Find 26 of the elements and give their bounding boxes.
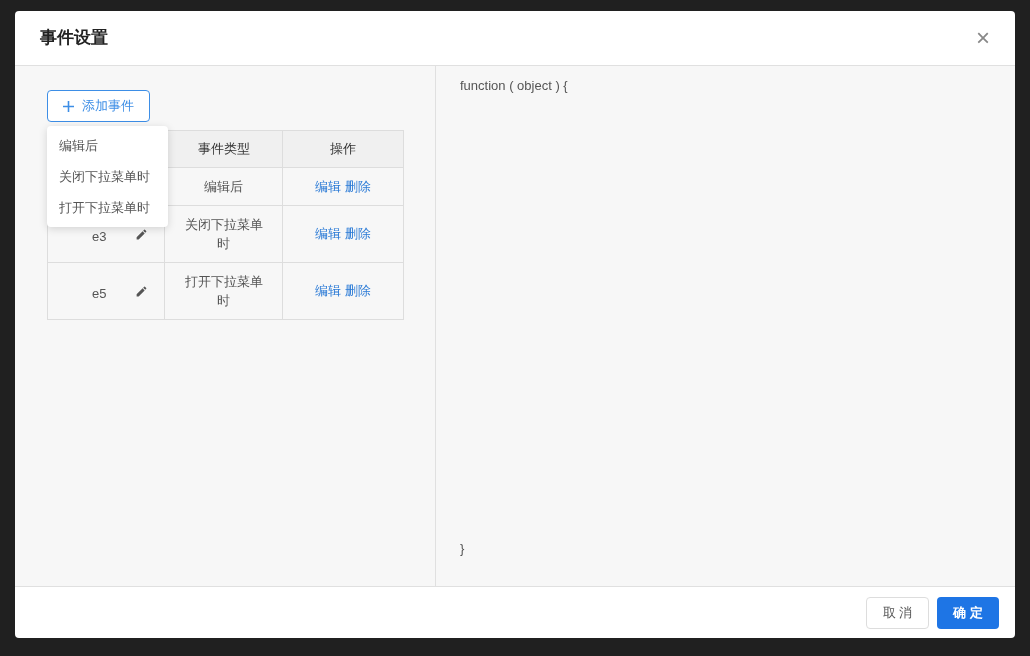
dialog-title: 事件设置	[40, 27, 108, 50]
edit-link[interactable]: 编辑	[315, 176, 341, 197]
pencil-icon[interactable]	[135, 284, 148, 298]
event-type: 打开下拉菜单时	[183, 273, 264, 310]
edit-link[interactable]: 编辑	[315, 281, 341, 301]
column-header: 操作	[283, 131, 404, 168]
event-type: 编辑后	[204, 178, 243, 196]
pencil-icon[interactable]	[135, 227, 148, 241]
add-event-button[interactable]: 添加事件	[47, 90, 150, 122]
plus-icon	[63, 100, 74, 112]
edit-link[interactable]: 编辑	[315, 224, 341, 244]
delete-link[interactable]: 删除	[345, 224, 371, 244]
code-line: }	[460, 539, 466, 558]
event-name: e5	[92, 285, 107, 304]
code-line: function ( object ) {	[460, 77, 569, 95]
menu-item[interactable]: 编辑后	[47, 130, 168, 161]
event-name: e3	[92, 228, 107, 247]
menu-item[interactable]: 打开下拉菜单时	[47, 192, 168, 223]
delete-link[interactable]: 删除	[345, 281, 371, 301]
cancel-button[interactable]: 取 消	[865, 596, 930, 629]
delete-link[interactable]: 删除	[345, 176, 371, 197]
menu-item[interactable]: 关闭下拉菜单时	[47, 161, 168, 192]
close-button[interactable]: ×	[976, 26, 990, 50]
confirm-button[interactable]: 确 定	[937, 596, 999, 629]
column-header: 事件类型	[165, 131, 283, 168]
event-type: 关闭下拉菜单时	[183, 216, 264, 253]
